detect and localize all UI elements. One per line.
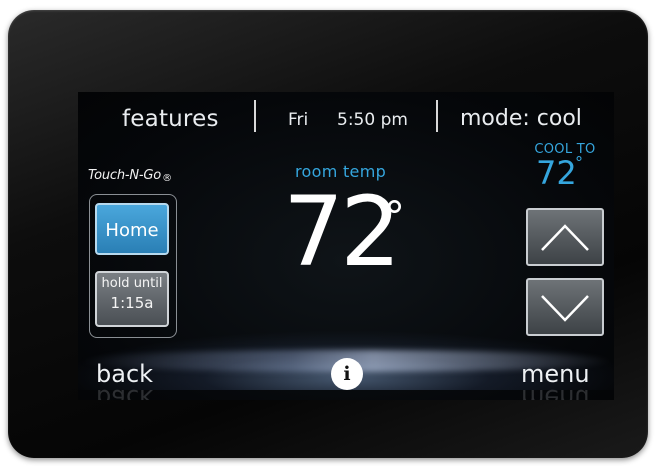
top-bar: features Fri 5:50 pm mode: cool bbox=[78, 92, 614, 140]
chevron-down-icon bbox=[541, 295, 589, 322]
time-label: 5:50 pm bbox=[337, 110, 408, 130]
chevron-up-icon bbox=[541, 224, 589, 251]
brand-name: Touch-N-Go bbox=[88, 168, 162, 183]
setpoint-value: 72 bbox=[536, 154, 577, 192]
divider-left bbox=[254, 100, 256, 132]
mode-button[interactable]: mode: cool bbox=[460, 106, 582, 131]
setpoint-degree: ° bbox=[575, 153, 583, 172]
hold-until-button[interactable]: hold until 1:15a bbox=[95, 271, 169, 327]
divider-right bbox=[436, 100, 438, 132]
room-temp-degree: ° bbox=[384, 192, 405, 241]
menu-reflection: menu bbox=[521, 384, 590, 400]
hold-label: hold until bbox=[101, 276, 163, 291]
increase-temp-button[interactable] bbox=[526, 208, 604, 266]
brand-logo: Touch-N-Go® bbox=[88, 168, 172, 184]
hold-time: 1:15a bbox=[110, 294, 154, 312]
thermostat-screen: features Fri 5:50 pm mode: cool COOL TO … bbox=[78, 92, 614, 400]
back-reflection: back bbox=[96, 384, 154, 400]
registered-mark: ® bbox=[162, 173, 172, 184]
features-button[interactable]: features bbox=[122, 106, 219, 132]
thermostat-bezel: features Fri 5:50 pm mode: cool COOL TO … bbox=[8, 10, 648, 458]
info-icon[interactable]: i bbox=[331, 358, 363, 390]
day-label: Fri bbox=[288, 110, 309, 130]
decrease-temp-button[interactable] bbox=[526, 278, 604, 336]
left-button-group: Home hold until 1:15a bbox=[89, 194, 177, 338]
room-temp-value: 72 bbox=[283, 176, 401, 288]
home-button[interactable]: Home bbox=[95, 203, 169, 255]
